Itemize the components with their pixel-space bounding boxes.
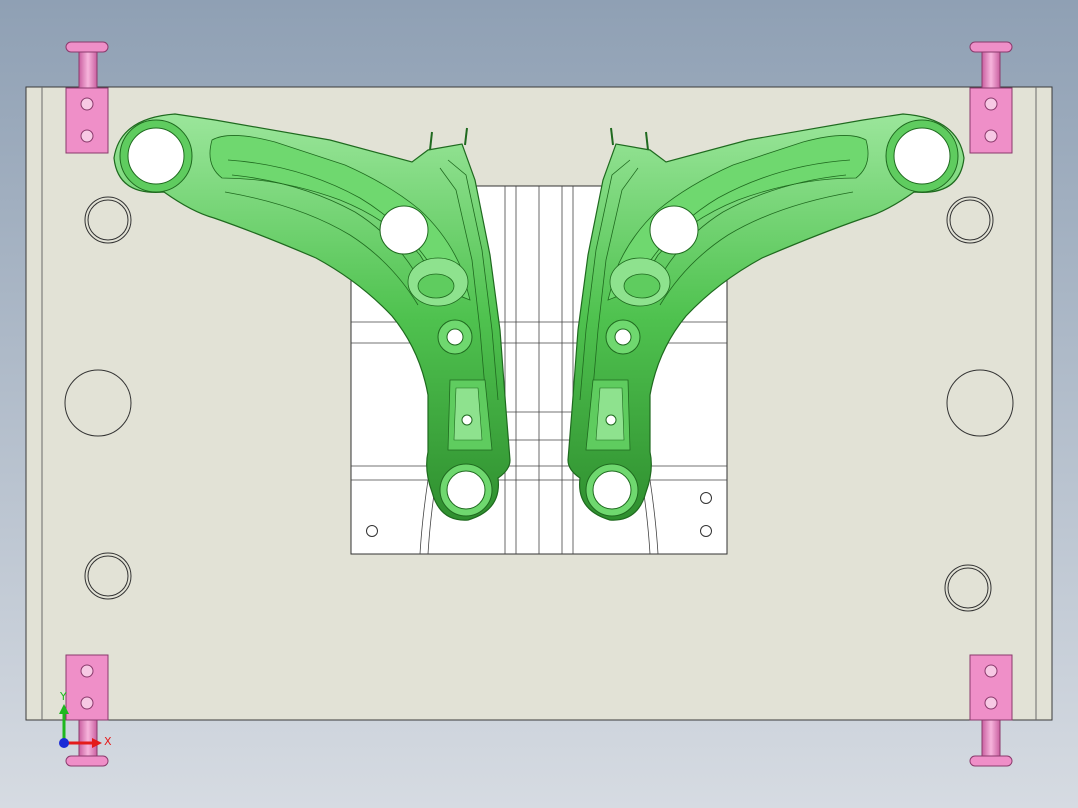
y-axis-label: Y (59, 690, 67, 703)
cad-scene[interactable]: X Y (0, 0, 1078, 808)
ball-joint-hole (649, 205, 699, 255)
cad-viewport[interactable]: X Y (0, 0, 1078, 808)
small-hole (461, 414, 473, 426)
ball-joint-hole (379, 205, 429, 255)
pivot-hole (446, 328, 464, 346)
bushing-hole (127, 127, 185, 185)
rear-bushing-hole (592, 470, 632, 510)
bushing-hole (893, 127, 951, 185)
pivot-hole (614, 328, 632, 346)
rear-bushing-hole (446, 470, 486, 510)
small-hole (605, 414, 617, 426)
x-axis-label: X (104, 735, 112, 748)
z-axis-dot (59, 738, 69, 748)
